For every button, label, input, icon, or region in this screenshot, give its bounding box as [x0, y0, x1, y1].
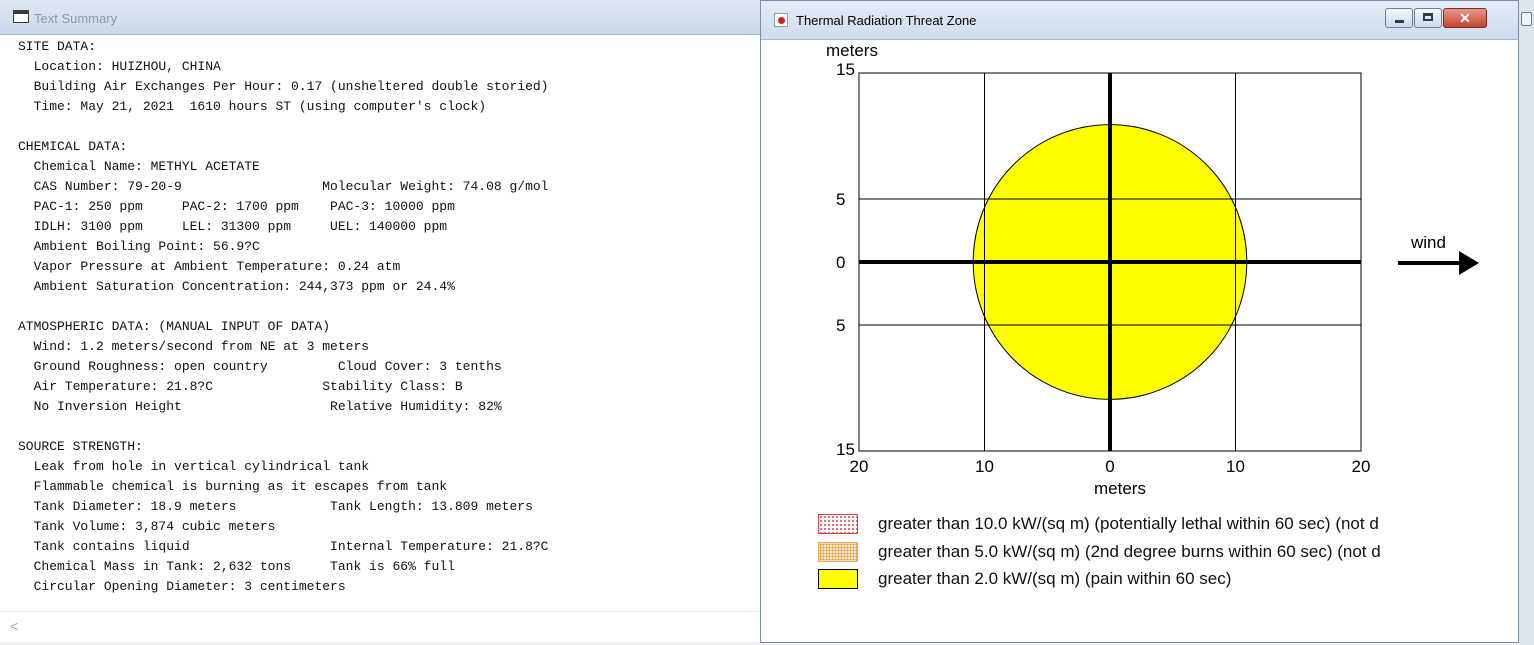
x-tick-label: 10 — [1226, 457, 1245, 476]
summary-line: IDLH: 3100 ppm LEL: 31300 ppm UEL: 14000… — [18, 219, 448, 234]
summary-line: Vapor Pressure at Ambient Temperature: 0… — [18, 259, 401, 274]
x-tick-label: 20 — [1352, 457, 1371, 476]
minimize-button[interactable] — [1385, 8, 1413, 28]
summary-line — [18, 417, 549, 437]
y-axis-label: meters — [826, 41, 878, 60]
text-summary-window: Text Summary SITE DATA: Location: HUIZHO… — [0, 0, 762, 642]
summary-line: Wind: 1.2 meters/second from NE at 3 met… — [18, 339, 370, 354]
scroll-left-arrow-icon[interactable]: < — [10, 618, 18, 634]
legend-label: greater than 2.0 kW/(sq m) (pain within … — [878, 569, 1232, 588]
legend-swatch-yellow — [818, 569, 858, 589]
legend-swatch-red — [818, 514, 858, 534]
summary-line: Tank Diameter: 18.9 meters Tank Length: … — [18, 499, 533, 514]
x-axis-label: meters — [1094, 479, 1146, 498]
summary-line: Chemical Name: METHYL ACETATE — [18, 159, 260, 174]
x-tick-label: 10 — [975, 457, 994, 476]
x-tick-label: 20 — [850, 457, 869, 476]
text-summary-titlebar[interactable]: Text Summary — [0, 0, 762, 35]
background-window-edge — [1519, 0, 1534, 645]
legend-swatch-orange — [818, 542, 858, 562]
summary-line — [18, 297, 549, 317]
summary-line: Ground Roughness: open country Cloud Cov… — [18, 359, 502, 374]
background-window-button-icon[interactable] — [1521, 12, 1532, 26]
summary-line: Circular Opening Diameter: 3 centimeters — [18, 579, 346, 594]
summary-line: CAS Number: 79-20-9 Molecular Weight: 74… — [18, 179, 549, 194]
threat-zone-titlebar[interactable]: Thermal Radiation Threat Zone ✕ — [761, 1, 1518, 40]
horizontal-scrollbar[interactable]: < — [0, 611, 762, 642]
y-tick-label: 0 — [836, 253, 845, 272]
legend: greater than 10.0 kW/(sq m) (potentially… — [761, 506, 1502, 596]
legend-label: greater than 10.0 kW/(sq m) (potentially… — [878, 514, 1379, 533]
summary-line: Air Temperature: 21.8?C Stability Class:… — [18, 379, 463, 394]
summary-line — [18, 117, 549, 137]
summary-text-body: SITE DATA: Location: HUIZHOU, CHINA Buil… — [18, 37, 549, 597]
threat-zone-window: Thermal Radiation Threat Zone ✕ 15 5 0 5 15 2… — [760, 0, 1519, 643]
summary-line: Tank contains liquid Internal Temperatur… — [18, 539, 549, 554]
minimize-icon — [1395, 20, 1404, 23]
summary-line: Time: May 21, 2021 1610 hours ST (using … — [18, 99, 487, 114]
wind-arrow-icon — [1459, 251, 1479, 275]
threat-zone-title: Thermal Radiation Threat Zone — [796, 13, 977, 28]
maximize-icon — [1423, 13, 1433, 21]
summary-line: Chemical Mass in Tank: 2,632 tons Tank i… — [18, 559, 455, 574]
summary-line: PAC-1: 250 ppm PAC-2: 1700 ppm PAC-3: 10… — [18, 199, 455, 214]
summary-line: ATMOSPHERIC DATA: (MANUAL INPUT OF DATA) — [18, 319, 331, 334]
close-button[interactable]: ✕ — [1443, 8, 1487, 28]
y-tick-label: 5 — [836, 316, 845, 335]
window-app-icon — [13, 10, 29, 23]
summary-line: Flammable chemical is burning as it esca… — [18, 479, 448, 494]
window-app-icon — [774, 13, 788, 27]
summary-line: Ambient Saturation Concentration: 244,37… — [18, 279, 455, 294]
legend-label: greater than 5.0 kW/(sq m) (2nd degree b… — [878, 542, 1381, 561]
y-tick-label: 15 — [836, 60, 855, 79]
summary-line: Building Air Exchanges Per Hour: 0.17 (u… — [18, 79, 549, 94]
summary-line: SITE DATA: — [18, 39, 97, 54]
wind-label: wind — [1410, 233, 1446, 252]
summary-line: Location: HUIZHOU, CHINA — [18, 59, 221, 74]
close-icon: ✕ — [1459, 10, 1471, 26]
y-tick-label: 5 — [836, 190, 845, 209]
threat-zone-plot: 155051520 10 0 10 20metersmeterswind — [826, 41, 1479, 498]
summary-line: Ambient Boiling Point: 56.9?C — [18, 239, 260, 254]
maximize-button[interactable] — [1414, 8, 1442, 28]
summary-line: No Inversion Height Relative Humidity: 8… — [18, 399, 502, 414]
x-tick-label: 0 — [1105, 457, 1114, 476]
text-summary-title: Text Summary — [34, 11, 118, 26]
summary-line: SOURCE STRENGTH: — [18, 439, 143, 454]
summary-line: Tank Volume: 3,874 cubic meters — [18, 519, 276, 534]
summary-line: Leak from hole in vertical cylindrical t… — [18, 459, 370, 474]
summary-line: CHEMICAL DATA: — [18, 139, 128, 154]
